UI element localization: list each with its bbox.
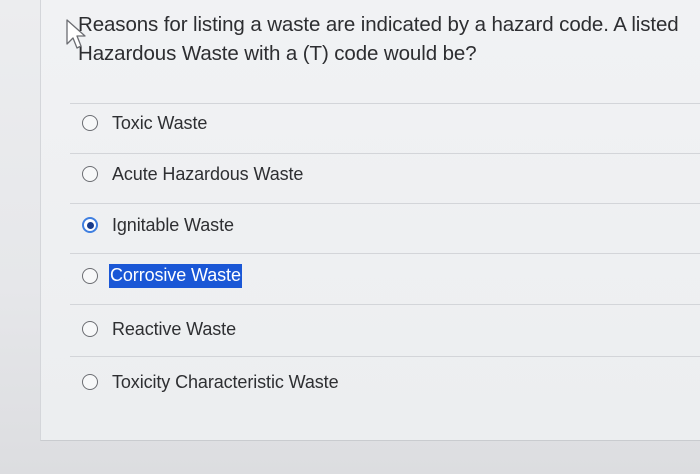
- question-line-1: Reasons for listing a waste are indicate…: [78, 13, 679, 36]
- divider: [70, 253, 700, 254]
- option-label: Toxicity Characteristic Waste: [112, 371, 339, 392]
- radio-button-selected[interactable]: [82, 217, 98, 233]
- option-reactive-waste[interactable]: Reactive Waste: [82, 316, 236, 342]
- question-line-2: Hazardous Waste with a (T) code would be…: [78, 42, 477, 65]
- option-toxic-waste[interactable]: Toxic Waste: [82, 110, 207, 136]
- option-corrosive-waste[interactable]: Corrosive Waste: [82, 263, 242, 289]
- option-toxicity-characteristic-waste[interactable]: Toxicity Characteristic Waste: [82, 369, 339, 395]
- divider: [70, 304, 700, 305]
- radio-button[interactable]: [82, 268, 98, 284]
- question-text: Reasons for listing a waste are indicate…: [78, 10, 688, 68]
- option-label: Toxic Waste: [112, 112, 208, 133]
- option-acute-hazardous-waste[interactable]: Acute Hazardous Waste: [82, 161, 303, 187]
- divider: [70, 103, 700, 104]
- radio-button[interactable]: [82, 166, 98, 182]
- radio-button[interactable]: [82, 321, 98, 337]
- mouse-pointer-icon: [66, 19, 86, 49]
- option-label-highlighted: Corrosive Waste: [109, 264, 242, 288]
- option-label: Reactive Waste: [112, 318, 236, 339]
- divider: [70, 203, 700, 204]
- radio-button[interactable]: [82, 115, 98, 131]
- option-label: Acute Hazardous Waste: [112, 163, 304, 184]
- option-ignitable-waste[interactable]: Ignitable Waste: [82, 212, 234, 238]
- option-label: Ignitable Waste: [112, 214, 234, 235]
- divider: [70, 153, 700, 154]
- divider: [70, 356, 700, 357]
- radio-button[interactable]: [82, 374, 98, 390]
